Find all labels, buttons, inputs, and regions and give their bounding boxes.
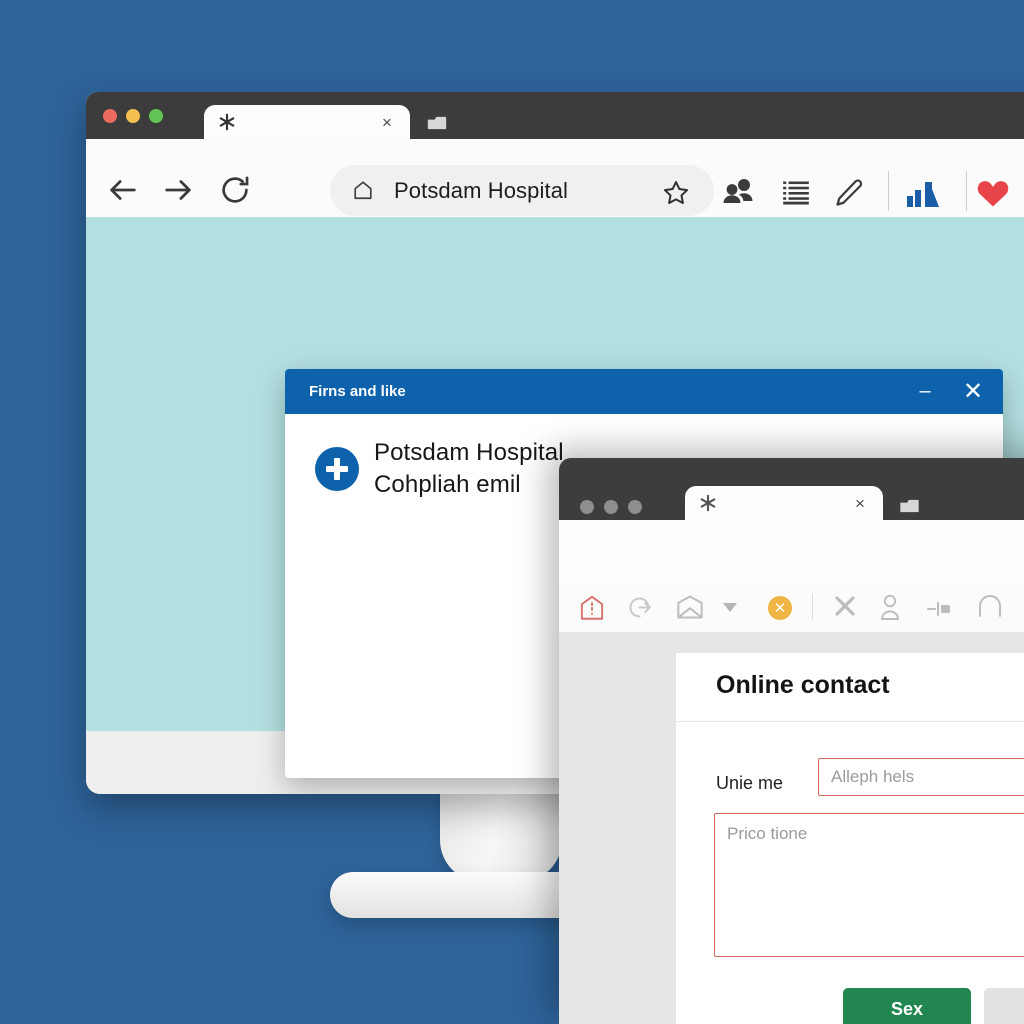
window-minimize-button[interactable]: [126, 109, 140, 123]
message-textarea[interactable]: Prico tione: [714, 813, 1024, 957]
browser-tab[interactable]: ×: [685, 486, 883, 520]
window-zoom-button[interactable]: [628, 500, 642, 514]
new-tab-icon[interactable]: [899, 498, 920, 513]
address-bar[interactable]: Potsdam Hospital: [330, 165, 714, 216]
contact-form-card: Online contact Unie me Alleph hels Prico…: [676, 653, 1024, 1024]
people-icon[interactable]: [722, 178, 754, 206]
reload-icon[interactable]: [218, 173, 252, 207]
toolbar-divider: [888, 171, 889, 211]
pencil-icon[interactable]: [834, 178, 864, 208]
list-icon[interactable]: [782, 178, 810, 206]
window-minimize-button[interactable]: [604, 500, 618, 514]
window-zoom-button[interactable]: [149, 109, 163, 123]
page-title: Online contact: [716, 671, 890, 699]
plug-icon[interactable]: [927, 602, 955, 616]
home-icon: [352, 179, 374, 201]
person-icon[interactable]: [879, 594, 901, 620]
refresh-arc-icon[interactable]: [626, 594, 653, 621]
name-input[interactable]: Alleph hels: [818, 758, 1024, 796]
dialog-title: Firns and like: [309, 383, 406, 400]
monitor-stand-neck: [440, 786, 562, 882]
arch-icon[interactable]: [977, 594, 1003, 618]
browser-window-2-toolbar: Potsdam Hospital: [559, 520, 1024, 634]
plus-circle-icon: [315, 447, 359, 491]
browser-tab[interactable]: ×: [204, 105, 410, 139]
name-input-placeholder: Alleph hels: [831, 767, 915, 786]
dialog-titlebar: Firns and like – ✕: [285, 369, 1003, 414]
divider: [676, 721, 1024, 722]
snowflake-icon: [699, 494, 717, 512]
new-tab-icon[interactable]: [427, 115, 447, 130]
close-circle-icon[interactable]: ✕: [768, 596, 792, 620]
toolbar-divider: [812, 594, 813, 620]
browser-window-1-titlebar: ×: [86, 92, 1024, 139]
tab-close-icon[interactable]: ×: [849, 492, 871, 514]
dialog-secondary-text: Cohpliah emil: [374, 471, 521, 498]
extension-icon-bar: ✕: [559, 582, 1024, 633]
submit-button[interactable]: Sex: [843, 988, 971, 1024]
envelope-icon[interactable]: [676, 594, 704, 620]
heart-icon[interactable]: [976, 178, 1010, 208]
window-close-button[interactable]: [580, 500, 594, 514]
dialog-minimize-button[interactable]: –: [903, 369, 947, 414]
forward-arrow-icon[interactable]: [161, 173, 195, 207]
bar-chart-icon[interactable]: [906, 178, 940, 208]
browser-window-2-titlebar: ×: [559, 458, 1024, 520]
browser-window-2: × Potsdam Hospital: [559, 458, 1024, 1024]
chevron-down-icon[interactable]: [722, 602, 738, 613]
window-close-button[interactable]: [103, 109, 117, 123]
snowflake-icon: [218, 113, 236, 131]
name-field-label: Unie me: [716, 773, 784, 793]
alert-home-icon[interactable]: [578, 594, 606, 621]
secondary-button[interactable]: On: [984, 988, 1024, 1024]
tab-close-icon[interactable]: ×: [376, 111, 398, 133]
star-icon[interactable]: [662, 179, 690, 207]
toolbar-divider: [966, 171, 967, 211]
browser-window-2-page: Online contact Unie me Alleph hels Prico…: [559, 633, 1024, 1024]
address-bar-text: Potsdam Hospital: [394, 178, 569, 203]
dialog-primary-text: Potsdam Hospital: [374, 439, 564, 466]
dialog-close-button[interactable]: ✕: [951, 369, 995, 414]
message-textarea-placeholder: Prico tione: [727, 824, 808, 843]
x-mark-icon[interactable]: [833, 594, 857, 618]
back-arrow-icon[interactable]: [106, 173, 140, 207]
browser-window-1-toolbar: Potsdam Hospital: [86, 139, 1024, 218]
